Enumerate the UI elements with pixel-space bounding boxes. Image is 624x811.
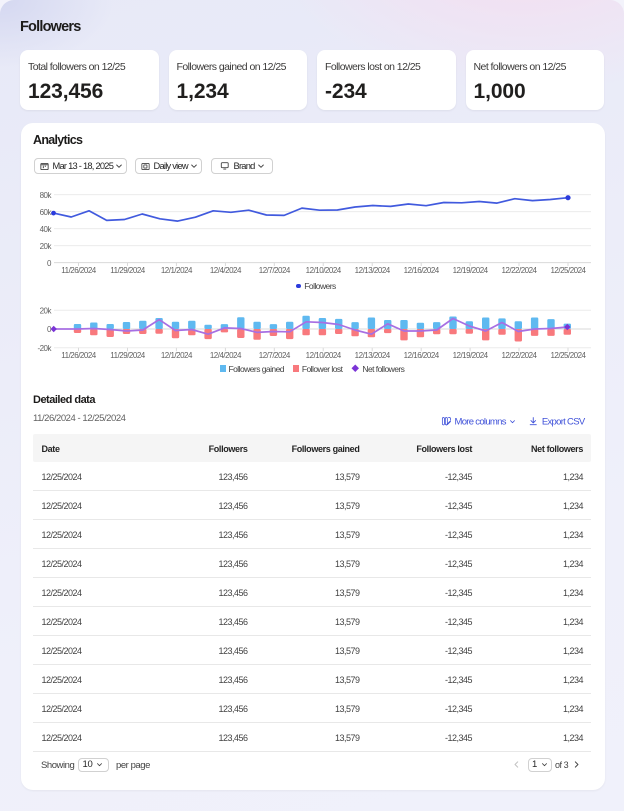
svg-text:12/25/2024: 12/25/2024 <box>550 266 586 275</box>
svg-text:40k: 40k <box>40 225 53 234</box>
svg-text:11/29/2024: 11/29/2024 <box>110 266 145 275</box>
svg-text:12/16/2024: 12/16/2024 <box>404 351 440 360</box>
svg-text:12/22/2024: 12/22/2024 <box>501 351 537 360</box>
svg-text:12/7/2024: 12/7/2024 <box>259 351 291 360</box>
svg-text:60k: 60k <box>40 208 53 217</box>
svg-text:12/13/2024: 12/13/2024 <box>355 266 391 275</box>
svg-text:12/10/2024: 12/10/2024 <box>306 266 342 275</box>
svg-text:12/13/2024: 12/13/2024 <box>355 351 391 360</box>
svg-text:12/4/2024: 12/4/2024 <box>210 351 242 360</box>
svg-text:12/1/2024: 12/1/2024 <box>161 351 193 360</box>
svg-text:12/22/2024: 12/22/2024 <box>501 266 537 275</box>
svg-text:12/1/2024: 12/1/2024 <box>161 266 193 275</box>
svg-text:80k: 80k <box>40 191 53 200</box>
svg-text:0: 0 <box>47 259 52 268</box>
svg-text:11/29/2024: 11/29/2024 <box>110 351 145 360</box>
svg-text:12/16/2024: 12/16/2024 <box>404 266 440 275</box>
svg-text:20k: 20k <box>40 242 53 251</box>
svg-text:11/26/2024: 11/26/2024 <box>61 351 96 360</box>
svg-text:12/19/2024: 12/19/2024 <box>453 351 489 360</box>
svg-text:-20k: -20k <box>37 344 52 353</box>
svg-text:12/7/2024: 12/7/2024 <box>259 266 291 275</box>
svg-text:12/4/2024: 12/4/2024 <box>210 266 242 275</box>
svg-text:11/26/2024: 11/26/2024 <box>61 266 96 275</box>
svg-text:12/19/2024: 12/19/2024 <box>453 266 489 275</box>
svg-text:12/10/2024: 12/10/2024 <box>306 351 342 360</box>
svg-text:12/25/2024: 12/25/2024 <box>550 351 586 360</box>
svg-text:20k: 20k <box>40 306 53 315</box>
